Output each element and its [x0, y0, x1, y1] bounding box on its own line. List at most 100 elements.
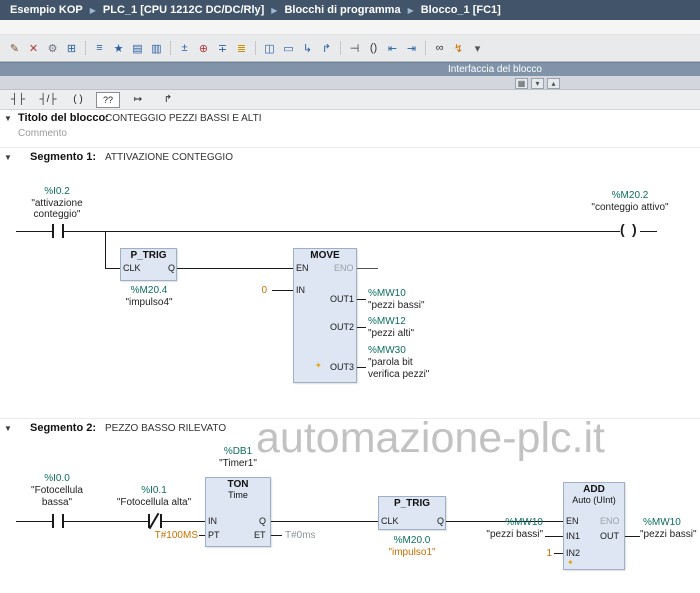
contact-i02-address[interactable]: %I0.2: [12, 186, 102, 197]
ton-et-value[interactable]: T#0ms: [285, 530, 316, 541]
segment2-title[interactable]: PEZZO BASSO RILEVATO: [105, 423, 226, 434]
move-out3-address[interactable]: %MW30: [368, 345, 406, 356]
wire: [545, 536, 563, 537]
delete-network-icon[interactable]: ✕: [25, 40, 42, 57]
segment1-title[interactable]: ATTIVAZIONE CONTEGGIO: [105, 152, 233, 163]
breadcrumb-arrow-icon: ▶: [90, 6, 96, 15]
ptrig2-operand-address[interactable]: %M20.0: [372, 535, 452, 546]
close-branch-icon[interactable]: ↱: [156, 92, 180, 108]
show-addresses-icon[interactable]: ▥: [148, 40, 165, 57]
wire: [177, 268, 293, 269]
show-favorites-icon[interactable]: ★: [110, 40, 127, 57]
goto-prev-icon[interactable]: ⇤: [384, 40, 401, 57]
move-in-value[interactable]: 0: [241, 285, 267, 296]
ton-pin-et: ET: [254, 530, 266, 540]
ptrig2-pin-clk: CLK: [381, 516, 399, 526]
ptrig-title: P_TRIG: [121, 250, 176, 261]
add-out-address[interactable]: %MW10: [643, 517, 681, 528]
breadcrumb-program-blocks[interactable]: Blocchi di programma: [284, 4, 400, 16]
breadcrumb-plc[interactable]: PLC_1 [CPU 1212C DC/DC/Rly]: [103, 4, 264, 16]
coil-m202-comment: "conteggio attivo": [580, 202, 680, 213]
add-subtitle: Auto (UInt): [564, 495, 624, 505]
breadcrumb-project[interactable]: Esempio KOP: [10, 4, 83, 16]
ton-pt-value[interactable]: T#100MS: [118, 530, 198, 541]
fbd-lad-toggle-icon[interactable]: ◫: [261, 40, 278, 57]
absolute-symbolic-icon[interactable]: ⊕: [195, 40, 212, 57]
edit-network-icon[interactable]: ✎: [6, 40, 23, 57]
wire: [16, 521, 53, 522]
contact-i00[interactable]: [52, 514, 54, 528]
add-pin-en: EN: [566, 516, 579, 526]
highlight-operands-icon[interactable]: ≣: [233, 40, 250, 57]
interface-sub-bar: ▦ ▾ ▴: [0, 76, 700, 90]
show-operands-icon[interactable]: ▤: [129, 40, 146, 57]
segment2-label[interactable]: Segmento 2:: [30, 422, 96, 434]
add-input-star-icon[interactable]: ✦: [567, 558, 574, 567]
contact-i00-address[interactable]: %I0.0: [12, 473, 102, 484]
nc-contact-icon[interactable]: ┤/├: [36, 92, 60, 108]
segment1-label[interactable]: Segmento 1:: [30, 151, 96, 163]
collapse-segment1-icon[interactable]: ▼: [4, 153, 12, 162]
ptrig2-operand-comment: "impulso1": [372, 547, 452, 558]
collapse-networks-icon[interactable]: ∓: [214, 40, 231, 57]
contact-i02[interactable]: [52, 224, 54, 238]
move-out3-comment: verifica pezzi": [368, 369, 429, 380]
contact-i01-comment: "Fotocellula alta": [104, 497, 204, 508]
show-comments-icon[interactable]: ≡: [91, 40, 108, 57]
toolbar-separator: [85, 41, 86, 55]
goto-next-icon[interactable]: ⇥: [403, 40, 420, 57]
add-pin-in2: IN2: [566, 548, 580, 558]
collapse-segment2-icon[interactable]: ▼: [4, 424, 12, 433]
breadcrumb-block[interactable]: Blocco_1 [FC1]: [421, 4, 501, 16]
add-out-comment: "pezzi bassi": [640, 529, 697, 540]
add-in2-value[interactable]: 1: [524, 548, 552, 559]
coil-m202[interactable]: (: [620, 221, 625, 237]
wire: [64, 231, 620, 232]
wire: [162, 521, 205, 522]
move-pin-eno: ENO: [334, 263, 354, 273]
more-options-icon[interactable]: ▾: [469, 40, 486, 57]
add-in1-address[interactable]: %MW10: [455, 517, 543, 528]
move-out2-address[interactable]: %MW12: [368, 316, 406, 327]
coil-m202-address[interactable]: %M20.2: [580, 190, 680, 201]
open-branch-icon[interactable]: ↦: [126, 92, 150, 108]
move-out1-address[interactable]: %MW10: [368, 288, 406, 299]
coil-m202[interactable]: ): [632, 221, 637, 237]
wire: [105, 268, 120, 269]
flash-icon[interactable]: ↯: [450, 40, 467, 57]
add-pin-in1: IN1: [566, 531, 580, 541]
interface-collapse-icon[interactable]: ▾: [531, 78, 544, 89]
block-comment[interactable]: Commento: [18, 128, 67, 139]
wire: [357, 268, 378, 269]
wire: [16, 231, 53, 232]
insert-empty-box-icon[interactable]: ▭: [280, 40, 297, 57]
block-title-value[interactable]: CONTEGGIO PEZZI BASSI E ALTI: [105, 113, 262, 124]
wire: [640, 231, 657, 232]
interface-expand-icon[interactable]: ▴: [547, 78, 560, 89]
empty-box-icon[interactable]: ??: [96, 92, 120, 108]
add-output-star-icon[interactable]: ✦: [315, 361, 322, 370]
collapse-title-icon[interactable]: ▼: [4, 114, 12, 123]
gear-icon[interactable]: ⚙: [44, 40, 61, 57]
expand-networks-icon[interactable]: ±: [176, 40, 193, 57]
monitoring-glasses-icon[interactable]: ∞: [431, 40, 448, 57]
insert-network-icon[interactable]: ⊞: [63, 40, 80, 57]
ptrig-operand-address[interactable]: %M20.4: [110, 285, 188, 296]
ton-db-address[interactable]: %DB1: [200, 446, 276, 457]
contact-i01-address[interactable]: %I0.1: [104, 485, 204, 496]
wire: [199, 535, 205, 536]
open-branch-icon[interactable]: ↳: [299, 40, 316, 57]
close-branch-icon[interactable]: ↱: [318, 40, 335, 57]
coil-icon[interactable]: ( ): [66, 92, 90, 108]
interface-grid-icon[interactable]: ▦: [515, 78, 528, 89]
insert-contact-icon[interactable]: ⊣: [346, 40, 363, 57]
no-contact-icon[interactable]: ┤├: [6, 92, 30, 108]
wire: [271, 535, 282, 536]
add-pin-out: OUT: [600, 531, 619, 541]
move-out2-comment: "pezzi alti": [368, 328, 414, 339]
breadcrumb-arrow-icon: ▶: [408, 6, 414, 15]
block-interface-bar[interactable]: Interfaccia del blocco: [0, 62, 700, 76]
toolbar-separator: [255, 41, 256, 55]
editor-toolbar: ✎ ✕ ⚙ ⊞ ≡ ★ ▤ ▥ ± ⊕ ∓ ≣ ◫ ▭ ↳ ↱ ⊣ () ⇤ ⇥…: [0, 35, 700, 62]
insert-coil-icon[interactable]: (): [365, 40, 382, 57]
